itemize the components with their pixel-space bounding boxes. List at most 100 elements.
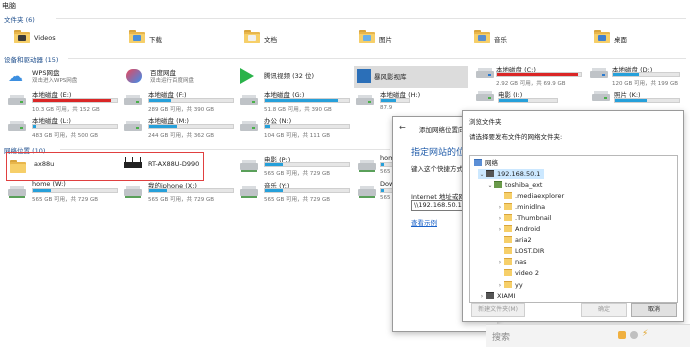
drive-h[interactable]: 本地磁盘 (H:) 87.9 xyxy=(354,89,420,115)
tree-node-192-168-50-1[interactable]: ⌄ 192.168.50.1 xyxy=(478,169,545,180)
folder-icon xyxy=(10,160,26,173)
folder-music[interactable]: 音乐 xyxy=(472,28,552,50)
app-tencent-video[interactable]: 腾讯视频 (32 位) xyxy=(238,66,348,88)
browse-folder-dialog: 浏览文件夹 请选择要发布文件的网络文件夹: 网络 ⌄ 192.168.50.1 ⌄… xyxy=(462,110,684,322)
chevron-right-icon[interactable]: › xyxy=(496,225,504,235)
drive-c[interactable]: 本地磁盘 (C:) 2.92 GB 可用，共 69.9 GB xyxy=(472,64,590,90)
network-drive-w[interactable]: home (W:) 565 GB 可用，共 729 GB xyxy=(6,180,122,204)
tray-bolt-icon[interactable]: ⚡ xyxy=(642,329,648,339)
browse-link[interactable]: 查看示例 xyxy=(411,217,437,227)
back-arrow-icon[interactable]: ← xyxy=(399,123,406,132)
network-icon xyxy=(474,159,482,166)
network-drive-home[interactable]: home 565 xyxy=(356,154,398,178)
drive-e[interactable]: 本地磁盘 (E:) 10.3 GB 可用，共 152 GB xyxy=(6,89,122,115)
network-item-ax88u[interactable]: ax88u xyxy=(8,154,108,178)
drive-h-usage-bar xyxy=(380,98,410,103)
drive-n[interactable]: 办公 (N:) 104 GB 可用，共 111 GB xyxy=(238,115,354,141)
chevron-right-icon[interactable]: › xyxy=(496,258,504,268)
drive-icon xyxy=(240,95,258,105)
tree-node-video2[interactable]: video 2 xyxy=(496,268,539,278)
network-drive-icon xyxy=(240,186,258,198)
network-drive-icon xyxy=(358,186,376,198)
folder-icon xyxy=(504,236,512,243)
drive-icon xyxy=(590,68,608,78)
tree-node-yy[interactable]: › yy xyxy=(496,280,523,290)
tree-node-network[interactable]: 网络 xyxy=(474,158,498,168)
browse-prompt: 请选择要发布文件的网络文件夹: xyxy=(469,133,563,141)
network-drive-icon xyxy=(8,186,26,198)
app-baidu-drive[interactable]: 百度网盘 双击运行百度网盘 xyxy=(124,66,234,88)
app-baofeng-selected[interactable]: 暴风影视库 xyxy=(354,66,468,88)
folder-documents[interactable]: 文档 xyxy=(242,28,322,50)
tree-node-toshiba[interactable]: ⌄ toshiba_ext xyxy=(486,180,542,190)
tree-node-lostdir[interactable]: LOST.DIR xyxy=(496,246,544,256)
tree-node-thumbnail[interactable]: › .Thumbnail xyxy=(496,213,551,223)
music-folder-icon xyxy=(474,30,490,43)
drive-icon xyxy=(476,91,494,101)
app-wps-drive[interactable]: ☁ WPS网盘 双击进入WPS网盘 xyxy=(6,66,116,88)
cloud-icon: ☁ xyxy=(8,67,23,85)
tree-node-android[interactable]: › Android xyxy=(496,224,540,234)
browse-title: 浏览文件夹 xyxy=(469,118,502,126)
tree-node-minidlna[interactable]: › .minidlna xyxy=(496,202,545,212)
folder-tree[interactable]: 网络 ⌄ 192.168.50.1 ⌄ toshiba_ext .mediaexpl… xyxy=(469,155,678,282)
group-folders-header[interactable]: 文件夹 (6) xyxy=(4,14,690,24)
drive-m[interactable]: 本地磁盘 (M:) 244 GB 可用，共 362 GB xyxy=(122,115,238,141)
chevron-right-icon[interactable]: › xyxy=(496,203,504,213)
network-drive-y[interactable]: 音乐 (Y:) 565 GB 可用，共 729 GB xyxy=(238,180,354,204)
download-folder-icon xyxy=(129,30,145,43)
ok-button[interactable]: 确定 xyxy=(581,303,627,317)
drive-i[interactable]: 电影 (I:) xyxy=(476,89,586,103)
tree-node-aria2[interactable]: aria2 xyxy=(496,235,532,245)
tray-app-icon[interactable] xyxy=(618,331,626,339)
drive-icon xyxy=(592,91,610,101)
chevron-right-icon[interactable]: › xyxy=(496,281,504,291)
drive-e-usage-bar xyxy=(32,98,118,103)
new-folder-button[interactable]: 新建文件夹(M) xyxy=(471,303,525,317)
desktop-folder-icon xyxy=(594,30,610,43)
group-devices-header[interactable]: 设备和驱动器 (15) xyxy=(4,54,690,64)
drive-icon xyxy=(476,68,494,78)
drive-k-usage-bar xyxy=(614,98,680,103)
drive-i-usage-bar xyxy=(498,98,558,103)
drive-d-usage-bar xyxy=(612,72,680,77)
pictures-folder-icon xyxy=(359,30,375,43)
drive-f[interactable]: 本地磁盘 (F:) 289 GB 可用，共 390 GB xyxy=(122,89,238,115)
drive-c-usage-bar xyxy=(496,72,582,77)
drive-g[interactable]: 本地磁盘 (G:) 51.8 GB 可用，共 390 GB xyxy=(238,89,354,115)
tray-settings-icon[interactable] xyxy=(630,331,638,339)
taskbar-search[interactable]: 搜索 ⚡ xyxy=(486,324,690,347)
chevron-right-icon[interactable]: › xyxy=(496,214,504,224)
folder-icon xyxy=(504,269,512,276)
computer-icon xyxy=(486,170,494,177)
folder-icon xyxy=(504,214,512,221)
drive-l[interactable]: 本地磁盘 (L:) 483 GB 可用，共 500 GB xyxy=(6,115,122,141)
tree-node-mediaexplorer[interactable]: .mediaexplorer xyxy=(496,191,564,201)
network-drive-x[interactable]: 我的iphone (X:) 565 GB 可用，共 729 GB xyxy=(122,180,238,204)
folder-videos[interactable]: Videos xyxy=(12,28,92,50)
tree-node-xiami[interactable]: › XIAMI xyxy=(478,291,515,301)
folder-tree-continued[interactable]: › yy › XIAMI xyxy=(469,280,678,303)
drive-icon xyxy=(240,121,258,131)
tree-node-nas[interactable]: › nas xyxy=(496,257,527,267)
folder-downloads[interactable]: 下载 xyxy=(127,28,207,50)
cancel-button[interactable]: 取消 xyxy=(631,303,677,317)
network-item-router[interactable]: RT-AX88U-D990 xyxy=(122,154,202,178)
drive-icon xyxy=(356,95,374,105)
drive-d[interactable]: 本地磁盘 (D:) 120 GB 可用，共 199 GB xyxy=(590,64,690,90)
chevron-down-icon[interactable]: ⌄ xyxy=(486,181,494,191)
folder-icon xyxy=(504,247,512,254)
folder-desktop[interactable]: 桌面 xyxy=(592,28,672,50)
drive-g-usage-bar xyxy=(264,98,350,103)
group-folders-label: 文件夹 (6) xyxy=(4,16,35,24)
documents-folder-icon xyxy=(244,30,260,43)
chevron-right-icon[interactable]: › xyxy=(478,292,486,302)
drive-icon xyxy=(8,95,26,105)
search-input[interactable]: 搜索 xyxy=(492,330,510,343)
network-drive-down[interactable]: Down 565 xyxy=(356,180,398,204)
network-drive-p[interactable]: 电影 (P:) 565 GB 可用，共 729 GB xyxy=(238,154,356,178)
drive-k[interactable]: 照片 (K:) xyxy=(592,89,690,103)
chevron-down-icon[interactable]: ⌄ xyxy=(478,170,486,180)
folder-icon xyxy=(504,203,512,210)
folder-pictures[interactable]: 图片 xyxy=(357,28,437,50)
